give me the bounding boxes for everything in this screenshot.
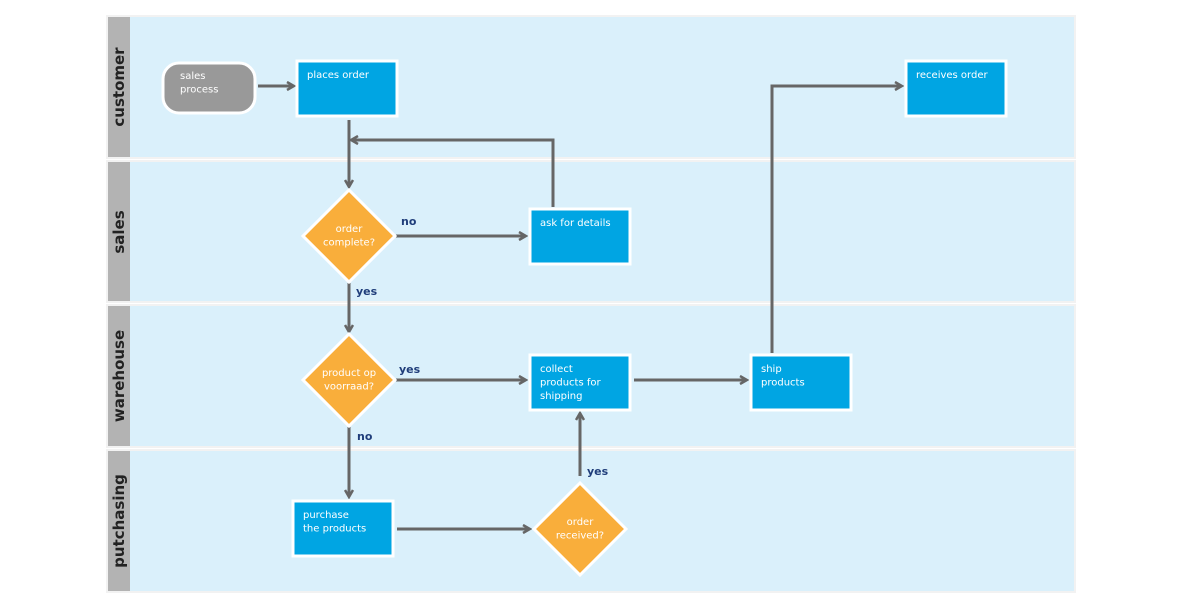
decision-shape: [300, 187, 398, 285]
flowchart: sales process places order receives order or…: [161, 59, 1008, 578]
node-label: complete?: [323, 238, 375, 249]
node-ship: ship products: [749, 353, 853, 412]
edge-ship-to-receives: [770, 86, 901, 353]
edge-label-received-yes: yes: [587, 465, 609, 478]
edge-ask-back-to-customer: [352, 140, 555, 207]
node-start: sales process: [161, 61, 257, 115]
node-label: received?: [556, 531, 604, 542]
edge-label-complete-no: no: [401, 215, 417, 228]
decision-shape: [531, 480, 629, 578]
edge-label-complete-yes: yes: [356, 285, 378, 298]
node-label: products: [761, 378, 805, 389]
node-label: collect: [540, 364, 573, 375]
node-label: receives order: [916, 70, 988, 81]
node-label: sales: [180, 71, 205, 82]
node-ask-details: ask for details: [528, 207, 632, 266]
node-order-received: order received?: [531, 480, 629, 578]
node-label: the products: [303, 524, 366, 535]
node-label: voorraad?: [324, 382, 374, 393]
node-places-order: places order: [295, 59, 399, 118]
node-label: order: [567, 517, 595, 528]
node-order-complete: order complete?: [300, 187, 398, 285]
node-label: products for: [540, 378, 601, 389]
node-label: product op: [322, 368, 376, 379]
edge-label-stock-yes: yes: [399, 363, 421, 376]
node-label: order: [336, 224, 364, 235]
node-label: ship: [761, 364, 782, 375]
edge-label-stock-no: no: [357, 430, 373, 443]
node-label: places order: [307, 70, 370, 81]
node-label: process: [180, 85, 218, 96]
node-label: ask for details: [540, 218, 611, 229]
decision-shape: [300, 331, 398, 429]
node-purchase: purchase the products: [291, 499, 395, 558]
node-label: shipping: [540, 391, 583, 402]
node-label: purchase: [303, 510, 349, 521]
node-collect: collect products for shipping: [528, 353, 632, 412]
node-receives-order: receives order: [904, 59, 1008, 118]
node-product-stock: product op voorraad?: [300, 331, 398, 429]
